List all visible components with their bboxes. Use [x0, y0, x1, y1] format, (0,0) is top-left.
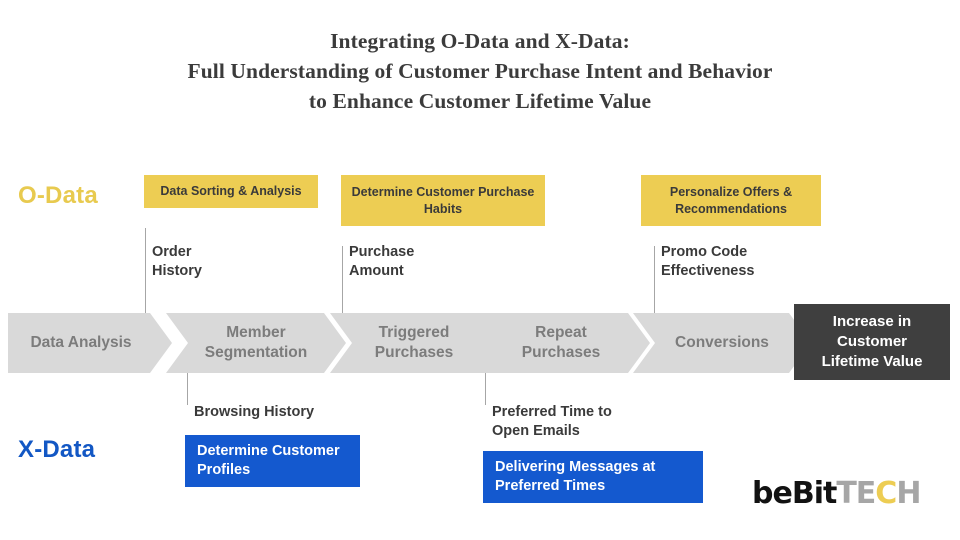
page-title: Integrating O-Data and X-Data: Full Unde… — [0, 26, 960, 116]
flow-stage-repeat-purchases: Repeat Purchases — [472, 313, 650, 373]
connector-line-promo-code — [654, 246, 655, 313]
xdata-row-label: X-Data — [18, 436, 96, 463]
page-title-line-2: Full Understanding of Customer Purchase … — [187, 59, 773, 83]
odata-box-label: Personalize Offers & Recommendations — [669, 184, 793, 216]
logo-c-accent-text: C — [875, 476, 897, 511]
flow-stage-conversions: Conversions — [633, 313, 811, 373]
page-title-line-1: Integrating O-Data and X-Data: — [330, 29, 630, 53]
flow-stage-label: Conversions — [675, 334, 769, 351]
flow-stage-triggered-purchases: Triggered Purchases — [330, 313, 498, 373]
xdata-metric-browsing-history: Browsing History — [194, 404, 315, 420]
xdata-metric-preferred-time-open-emails: Preferred Time to Open Emails — [492, 404, 612, 439]
xdata-box-label: Determine Customer Profiles — [197, 443, 340, 478]
flow-stage-label: Member Segmentation — [204, 324, 308, 361]
connector-line-preferred-time — [485, 373, 486, 405]
odata-box-label: Determine Customer Purchase Habits — [351, 184, 535, 216]
odata-box-data-sorting-analysis: Data Sorting & Analysis — [144, 175, 318, 208]
flow-stage-label: Data Analysis — [30, 334, 132, 351]
flow-stage-data-analysis: Data Analysis — [8, 313, 172, 373]
logo-bebit-text: beBit — [752, 476, 837, 511]
xdata-box-delivering-messages-preferred-times: Delivering Messages at Preferred Times — [483, 451, 703, 503]
flow-stage-label: Repeat Purchases — [521, 324, 601, 361]
odata-row-label: O-Data — [18, 182, 98, 209]
odata-box-label: Data Sorting & Analysis — [160, 184, 302, 198]
page-title-line-3: to Enhance Customer Lifetime Value — [308, 89, 652, 113]
flow-stage-label: Triggered Purchases — [374, 324, 454, 361]
odata-box-personalize-offers-recommendations: Personalize Offers & Recommendations — [641, 175, 821, 226]
bebit-tech-logo: beBitTECH — [752, 476, 921, 511]
xdata-box-determine-customer-profiles: Determine Customer Profiles — [185, 435, 360, 487]
odata-box-determine-customer-purchase-habits: Determine Customer Purchase Habits — [341, 175, 545, 226]
xdata-box-label: Delivering Messages at Preferred Times — [495, 459, 656, 494]
connector-line-purchase-amount — [342, 246, 343, 313]
flow-stage-member-segmentation: Member Segmentation — [166, 313, 346, 373]
odata-metric-order-history: Order History — [152, 244, 202, 279]
connector-line-order-history — [145, 228, 146, 313]
odata-metric-purchase-amount: Purchase Amount — [349, 244, 415, 279]
logo-te-text: TE — [836, 476, 876, 511]
connector-line-browsing-history — [187, 373, 188, 405]
flow-outcome-increase-customer-lifetime-value: Increase in Customer Lifetime Value — [794, 304, 950, 380]
flow-outcome-label: Increase in Customer Lifetime Value — [821, 313, 923, 370]
odata-metric-promo-code-effectiveness: Promo Code Effectiveness — [661, 244, 755, 279]
logo-h-text: H — [896, 476, 921, 511]
